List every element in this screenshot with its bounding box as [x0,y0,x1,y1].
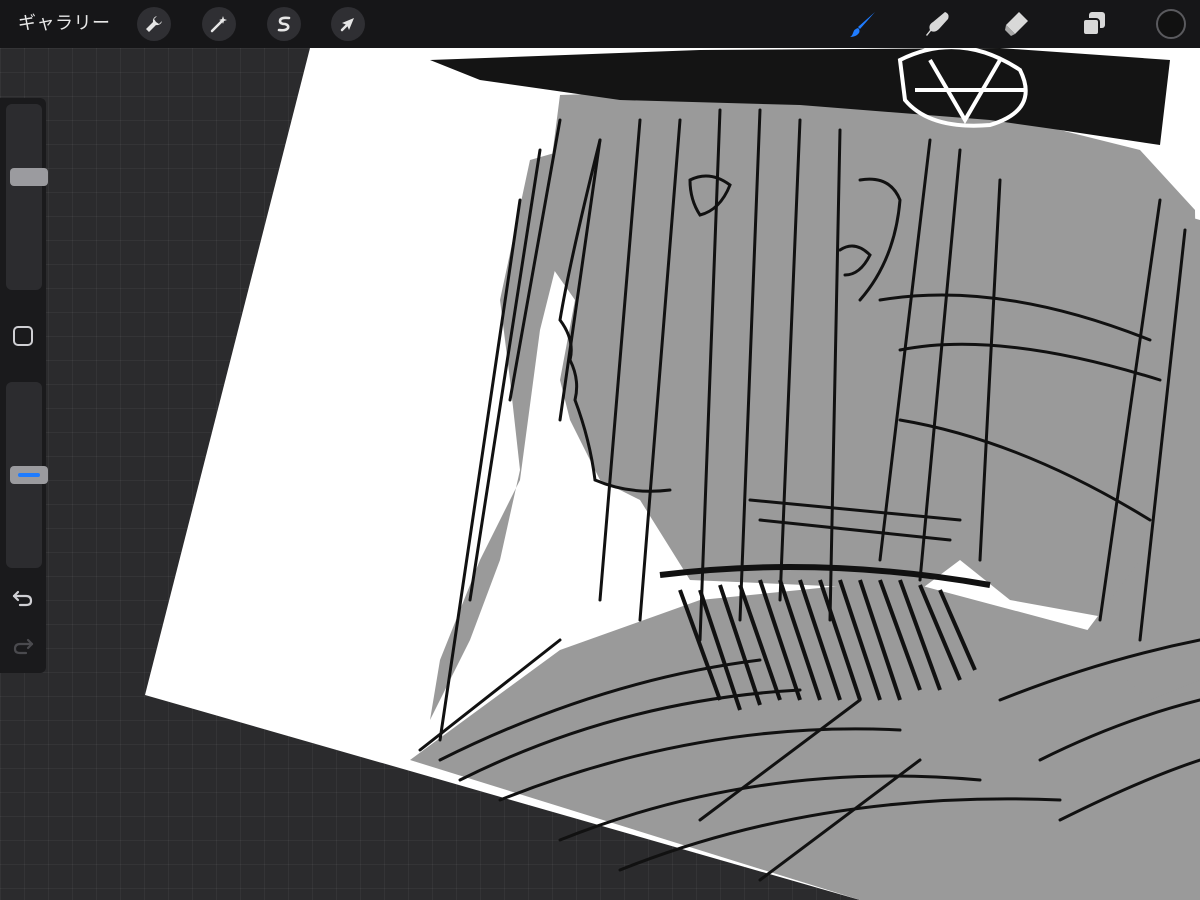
wrench-icon [146,16,162,32]
smudge-finger-icon [926,12,949,36]
brush-opacity-slider[interactable] [6,382,48,568]
layers-button[interactable] [1076,6,1112,42]
adjustments-button[interactable] [202,7,236,41]
brush-icon [850,12,875,37]
modify-button[interactable] [13,326,33,346]
eraser-tool-button[interactable] [998,6,1034,42]
eraser-icon [1005,12,1028,36]
color-picker-button[interactable] [1156,9,1186,39]
undo-button[interactable] [9,584,37,612]
selection-s-icon [277,16,291,32]
top-toolbar: ギャラリー [0,0,1200,48]
arrow-cursor-icon [340,18,354,32]
undo-arrow-icon [12,590,33,607]
brush-tool-button[interactable] [845,6,881,42]
gallery-button[interactable]: ギャラリー [18,12,111,36]
selection-button[interactable] [267,7,301,41]
redo-arrow-icon [13,638,34,655]
actions-button[interactable] [137,7,171,41]
smudge-tool-button[interactable] [920,6,956,42]
redo-button[interactable] [9,632,37,660]
left-sidebar [0,98,48,673]
brush-size-slider[interactable] [6,104,48,290]
transform-button[interactable] [331,7,365,41]
drawing-canvas[interactable] [0,0,1200,900]
magic-wand-icon [210,16,227,33]
brush-opacity-thumb[interactable] [10,466,48,484]
layers-icon [1082,12,1105,36]
brush-size-thumb[interactable] [10,167,48,186]
